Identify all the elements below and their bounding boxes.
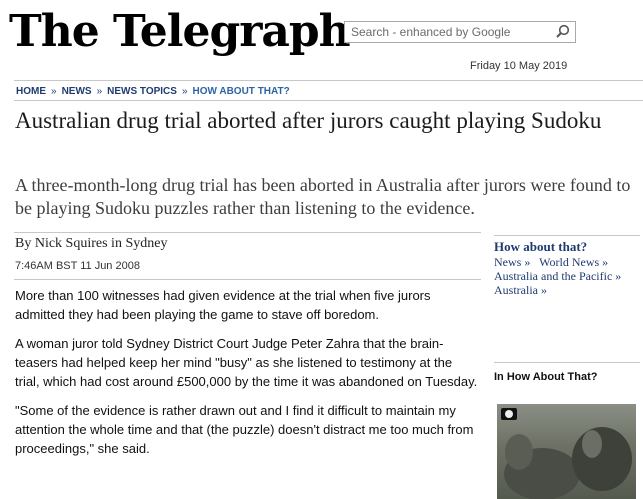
divider (14, 279, 481, 280)
related-link-australia[interactable]: Australia » (494, 283, 547, 297)
in-section-title: In How About That? (494, 371, 598, 383)
article-paragraph: More than 100 witnesses had given eviden… (15, 288, 431, 322)
breadcrumb-how-about-that[interactable]: HOW ABOUT THAT? (193, 86, 290, 97)
article-headline: Australian drug trial aborted after juro… (15, 108, 602, 133)
rhino-photo[interactable] (497, 404, 636, 499)
telegraph-logo[interactable]: The Telegraph (9, 6, 351, 58)
camera-icon (501, 408, 517, 420)
article-body: More than 100 witnesses had given eviden… (15, 286, 480, 468)
article-timestamp: 7:46AM BST 11 Jun 2008 (15, 260, 140, 272)
divider (14, 100, 643, 101)
breadcrumb: HOME » NEWS » NEWS TOPICS » HOW ABOUT THAT? (16, 86, 290, 97)
breadcrumb-home[interactable]: HOME (16, 86, 46, 97)
breadcrumb-separator: » (181, 86, 188, 97)
breadcrumb-separator: » (96, 86, 103, 97)
related-link-world-news[interactable]: World News » (539, 255, 608, 269)
related-link-news[interactable]: News » (494, 255, 530, 269)
related-links: News » World News » Australia and the Pa… (494, 255, 640, 297)
article-paragraph: "Some of the evidence is rather drawn ou… (15, 403, 474, 456)
related-link-australia-pacific[interactable]: Australia and the Pacific » (494, 269, 621, 283)
article-byline: By Nick Squires in Sydney (15, 236, 168, 251)
divider (14, 80, 643, 81)
related-title[interactable]: How about that? (494, 239, 640, 255)
article-standfirst: A three-month-long drug trial has been a… (15, 175, 631, 218)
in-section-box: In How About That? (494, 362, 640, 383)
rhino-illustration (504, 427, 632, 499)
breadcrumb-separator: » (51, 86, 57, 97)
current-date: Friday 10 May 2019 (470, 60, 568, 72)
related-box: How about that? News » World News » Aust… (494, 235, 640, 297)
search-input[interactable] (345, 22, 550, 42)
breadcrumb-news-topics[interactable]: NEWS TOPICS (107, 86, 177, 97)
search-box (344, 21, 576, 43)
article-paragraph: A woman juror told Sydney District Court… (15, 336, 478, 389)
divider (14, 232, 481, 233)
breadcrumb-news[interactable]: NEWS (62, 86, 92, 97)
search-icon[interactable] (554, 24, 572, 40)
